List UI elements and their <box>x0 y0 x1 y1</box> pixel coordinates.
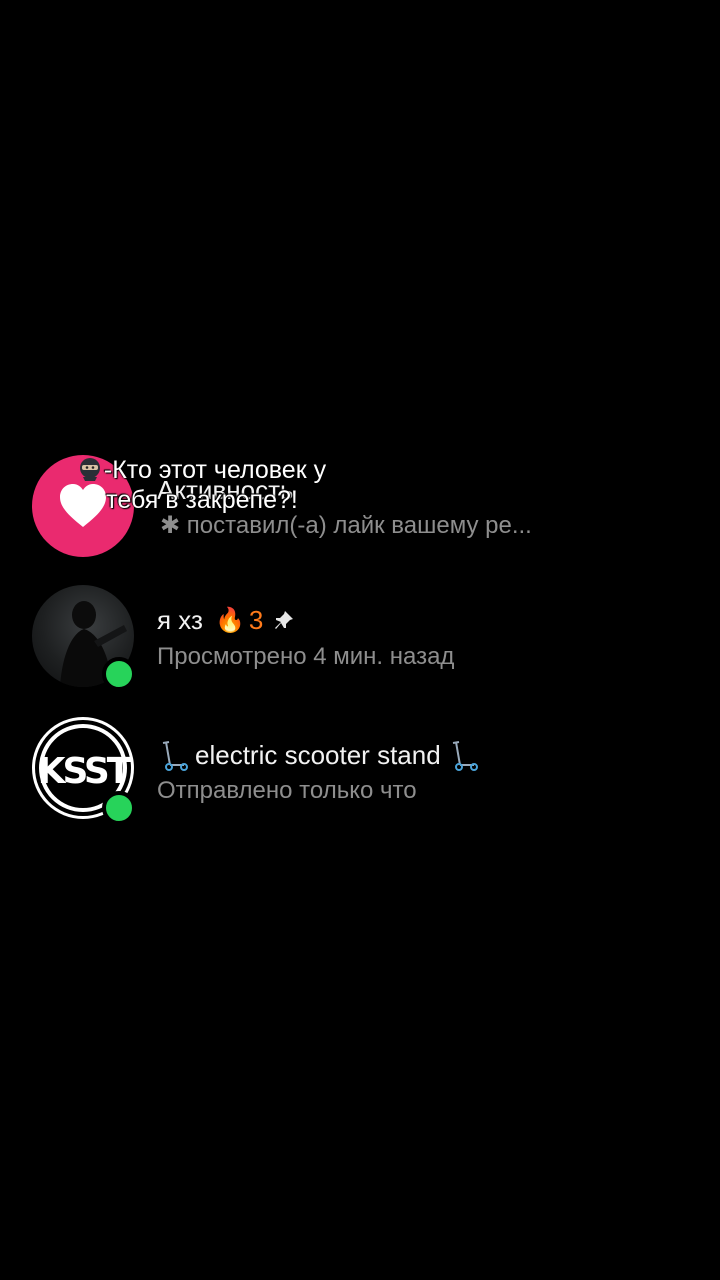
chat-row[interactable]: я хз 🔥 3 Просмотрено 4 мин. назад <box>0 585 720 695</box>
logo-text: KSST <box>38 751 132 792</box>
chat-name: я хз 🔥 3 <box>157 605 295 636</box>
chat-name-text: я хз <box>157 605 203 635</box>
activity-subtitle: ✱ поставил(-а) лайк вашему ре... <box>160 511 532 540</box>
chat-name: electric scooter stand <box>157 739 479 771</box>
scooter-icon <box>452 741 478 771</box>
activity-subtitle-text: поставил(-а) лайк вашему ре... <box>186 512 532 539</box>
online-indicator <box>102 657 136 691</box>
fire-icon: 🔥 <box>214 606 245 634</box>
chat-status: Отправлено только что <box>157 777 417 804</box>
overlay-caption-text: -Кто этот человек у тебя в закрепе?! <box>103 456 327 514</box>
online-indicator <box>102 791 136 825</box>
chat-name-text: electric scooter stand <box>195 739 441 770</box>
ninja-icon <box>79 458 100 481</box>
pin-icon <box>275 610 294 629</box>
heart-small-icon: ✱ <box>160 512 181 539</box>
scooter-icon <box>162 741 188 771</box>
chat-status: Просмотрено 4 мин. назад <box>157 643 455 670</box>
streak-count: 3 <box>248 605 264 635</box>
overlay-caption: -Кто этот человек у тебя в закрепе?! <box>52 455 352 515</box>
chat-row[interactable]: KSST electric scooter stand Отправлено т… <box>0 717 720 827</box>
